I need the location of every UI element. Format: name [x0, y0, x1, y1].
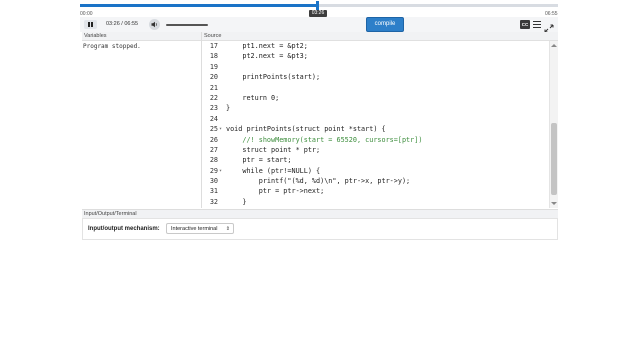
code-line: 21 [202, 83, 550, 93]
variables-header: Variables [82, 32, 201, 41]
code-line: 28 ptr = start; [202, 155, 550, 165]
code-line: 24 [202, 114, 550, 124]
code-line: 18 pt2.next = &pt3; [202, 51, 550, 61]
line-number: 23 [209, 104, 218, 113]
speaker-icon [151, 21, 157, 28]
line-number: 29 [209, 166, 218, 175]
expand-icon[interactable] [544, 20, 554, 33]
line-number: 25 [209, 125, 218, 134]
captions-icon[interactable]: CC [520, 20, 530, 29]
variables-pane: Variables Program stopped. [82, 32, 202, 208]
code-line: 32 } [202, 197, 550, 207]
io-panel: Input/output mechanism: Interactive term… [82, 218, 558, 240]
volume-button[interactable] [149, 19, 160, 30]
code-text: pt1.next = &pt2; [226, 42, 308, 50]
line-number: 32 [209, 197, 218, 206]
line-number: 20 [209, 73, 218, 82]
fold-arrow-icon[interactable]: ▾ [219, 166, 224, 176]
code-text: void printPoints(struct point *start) { [226, 125, 386, 134]
code-text: //! showMemory(start = 65520, cursors=[p… [226, 135, 423, 144]
code-text: printf("(%d, %d)\n", ptr->x, ptr->y); [226, 177, 411, 186]
code-line: 19 [202, 62, 550, 72]
timeline-scrubber[interactable] [80, 1, 558, 10]
line-number: 22 [209, 93, 218, 102]
line-number: 31 [209, 187, 218, 196]
line-number: 17 [209, 42, 218, 50]
line-number: 19 [209, 62, 218, 71]
code-text: struct point * ptr; [226, 145, 321, 154]
code-line: 25 ▾ void printPoints(struct point *start)… [202, 124, 550, 134]
pause-button[interactable] [84, 20, 97, 29]
code-text: pt2.next = &pt3; [226, 52, 308, 61]
io-mechanism-label: Input/output mechanism: [88, 226, 160, 232]
scroll-down-icon[interactable] [551, 202, 557, 205]
volume-slider[interactable] [166, 24, 208, 26]
line-number: 26 [209, 135, 218, 144]
code-line: 30 printf("(%d, %d)\n", ptr->x, ptr->y); [202, 176, 550, 186]
fold-arrow-icon[interactable]: ▾ [219, 124, 224, 134]
scroll-up-icon[interactable] [551, 44, 557, 47]
source-header: Source [202, 32, 558, 41]
code-text: printPoints(start); [226, 73, 321, 82]
line-number: 28 [209, 156, 218, 165]
line-number: 18 [209, 52, 218, 61]
code-line: 20 printPoints(start); [202, 72, 550, 82]
code-line: 22 return 0; [202, 93, 550, 103]
code-line: 31 ptr = ptr->next; [202, 186, 550, 196]
code-line: 23} [202, 103, 550, 113]
line-number: 21 [209, 83, 218, 92]
io-mechanism-select[interactable]: Interactive terminal ⇕ [166, 223, 234, 234]
select-arrows-icon: ⇕ [225, 226, 230, 232]
code-line: 26 //! showMemory(start = 65520, cursors… [202, 135, 550, 145]
variables-message: Program stopped. [83, 43, 141, 50]
line-number: 27 [209, 145, 218, 154]
compile-button[interactable]: compile [366, 17, 404, 32]
playback-controls: 03:26 / 06:55 compile CC [80, 17, 558, 33]
io-header: Input/Output/Terminal [82, 209, 558, 218]
code-line: 17 pt1.next = &pt2; [202, 41, 550, 51]
line-number: 24 [209, 114, 218, 123]
code-text: } [226, 197, 247, 206]
time-readout: 03:26 / 06:55 [106, 21, 139, 27]
line-number: 30 [209, 177, 218, 186]
code-line: 29 ▾ while (ptr!=NULL) { [202, 166, 550, 176]
code-text: ptr = start; [226, 156, 292, 165]
code-text: while (ptr!=NULL) { [226, 166, 321, 175]
timeline-handle[interactable] [316, 1, 320, 10]
code-line: 27 struct point * ptr; [202, 145, 550, 155]
list-icon[interactable] [532, 20, 542, 29]
source-scrollbar[interactable] [549, 41, 558, 208]
source-pane: Source 17 pt1.next = &pt2; 18 pt2.next = … [202, 32, 558, 208]
timeline-progress [80, 4, 318, 7]
code-text: return 0; [226, 93, 280, 102]
scroll-thumb[interactable] [551, 123, 557, 195]
code-text: } [226, 104, 231, 113]
timeline-tooltip: 03:26 [309, 10, 327, 17]
io-mechanism-value: Interactive terminal [171, 226, 218, 232]
code-text: ptr = ptr->next; [226, 187, 325, 196]
code-editor[interactable]: 17 pt1.next = &pt2; 18 pt2.next = &pt3; 19… [202, 41, 550, 208]
